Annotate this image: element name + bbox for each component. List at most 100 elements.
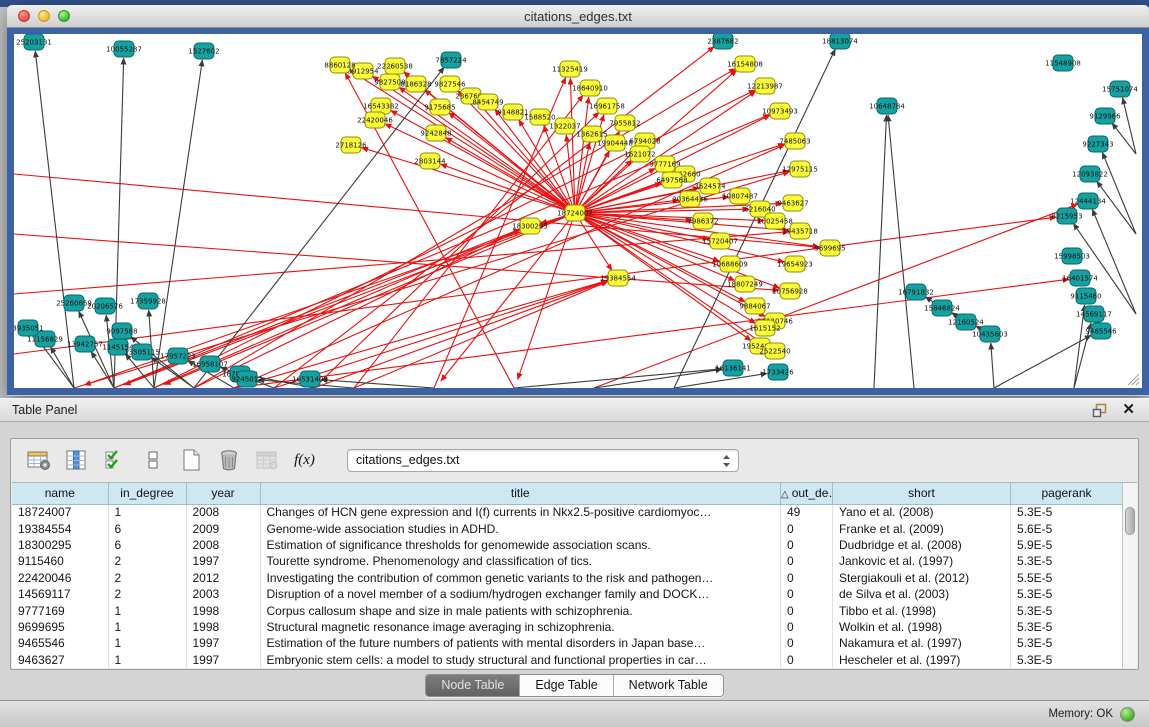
table-cell[interactable]: Estimation of the future numbers of pati…: [260, 635, 781, 651]
table-row[interactable]: 946554611997Estimation of the future num…: [12, 635, 1123, 651]
graph-node[interactable]: 12975115: [782, 161, 818, 177]
table-cell[interactable]: 5.6E-5: [1011, 520, 1123, 536]
table-cell[interactable]: Changes of HCN gene expression and I(f) …: [260, 504, 781, 520]
table-cell[interactable]: Yano et al. (2008): [833, 504, 1011, 520]
graph-node[interactable]: 11548908: [1045, 55, 1081, 71]
table-cell[interactable]: 6: [108, 520, 186, 536]
table-row[interactable]: 911546021997Tourette syndrome. Phenomeno…: [12, 553, 1123, 569]
table-cell[interactable]: 0: [781, 602, 833, 618]
graph-edge[interactable]: [888, 115, 914, 388]
table-cell[interactable]: 5.3E-5: [1011, 553, 1123, 569]
graph-node[interactable]: 9097588: [106, 323, 137, 339]
table-cell[interactable]: 9115460: [12, 553, 108, 569]
graph-node[interactable]: 1733426: [762, 364, 794, 380]
table-cell[interactable]: Disruption of a novel member of a sodium…: [260, 586, 781, 602]
table-cell[interactable]: 18724007: [12, 504, 108, 520]
table-cell[interactable]: 5.3E-5: [1011, 619, 1123, 635]
graph-node[interactable]: 18813074: [822, 34, 858, 49]
graph-node[interactable]: 14569117: [1076, 306, 1112, 322]
graph-node[interactable]: 7857224: [435, 52, 467, 68]
graph-node[interactable]: 15998503: [1054, 248, 1090, 264]
graph-node[interactable]: 10648784: [869, 98, 905, 114]
graph-node[interactable]: 16401574: [1062, 270, 1098, 286]
graph-edge[interactable]: [674, 373, 767, 388]
tab-network-table[interactable]: Network Table: [614, 675, 723, 696]
graph-edge[interactable]: [991, 343, 994, 388]
graph-node[interactable]: 12444134: [1070, 193, 1106, 209]
graph-node[interactable]: 9129966: [1089, 108, 1121, 124]
table-cell[interactable]: 1998: [186, 602, 260, 618]
graph-edge[interactable]: [874, 115, 886, 388]
table-row[interactable]: 1456911722003Disruption of a novel membe…: [12, 586, 1123, 602]
graph-node[interactable]: 9463627: [777, 195, 808, 211]
table-cell[interactable]: 0: [781, 537, 833, 553]
table-cell[interactable]: 1: [108, 635, 186, 651]
graph-node[interactable]: 16154808: [727, 56, 763, 72]
graph-node[interactable]: 2718126: [335, 137, 367, 153]
table-cell[interactable]: 2: [108, 570, 186, 586]
graph-node[interactable]: 16136141: [715, 360, 751, 376]
table-panel-titlebar[interactable]: Table Panel ✕: [0, 398, 1149, 422]
table-cell[interactable]: 2008: [186, 504, 260, 520]
network-table-select[interactable]: citations_edges.txt: [347, 449, 739, 472]
graph-edge[interactable]: [14, 232, 789, 294]
tab-edge-table[interactable]: Edge Table: [520, 675, 613, 696]
table-cell[interactable]: 5.9E-5: [1011, 537, 1123, 553]
graph-node[interactable]: 12093822: [1072, 166, 1108, 182]
table-cell[interactable]: Hescheler et al. (1997): [833, 652, 1011, 668]
import-table-icon[interactable]: [253, 447, 280, 474]
table-row[interactable]: 1938455462009Genome-wide association stu…: [12, 520, 1123, 536]
table-cell[interactable]: Stergiakouli et al. (2012): [833, 570, 1011, 586]
window-resize-grip[interactable]: [1126, 372, 1140, 386]
table-cell[interactable]: 0: [781, 570, 833, 586]
graph-edge[interactable]: [440, 164, 575, 213]
graph-node[interactable]: 9115460: [1070, 288, 1101, 304]
graph-node[interactable]: 16961758: [589, 98, 625, 114]
scrollbar-thumb[interactable]: [1125, 507, 1135, 535]
column-header-outde[interactable]: △out_de…: [781, 483, 833, 504]
table-cell[interactable]: Jankovic et al. (1997): [833, 553, 1011, 569]
graph-node[interactable]: 8215953: [1051, 208, 1082, 224]
table-cell[interactable]: 1: [108, 602, 186, 618]
graph-edge[interactable]: [314, 281, 608, 388]
table-cell[interactable]: 2012: [186, 570, 260, 586]
table-cell[interactable]: 5.3E-5: [1011, 635, 1123, 651]
table-cell[interactable]: Estimation of significance thresholds fo…: [260, 537, 781, 553]
row-height-icon[interactable]: [139, 447, 166, 474]
graph-edge[interactable]: [594, 204, 1078, 388]
close-panel-icon[interactable]: ✕: [1122, 402, 1135, 418]
column-header-year[interactable]: year: [186, 483, 260, 504]
window-titlebar[interactable]: citations_edges.txt: [7, 5, 1149, 28]
column-header-name[interactable]: name: [12, 483, 108, 504]
table-cell[interactable]: 1997: [186, 635, 260, 651]
graph-node[interactable]: 22260538: [377, 58, 413, 74]
table-cell[interactable]: Embryonic stem cells: a model to study s…: [260, 652, 781, 668]
graph-edge[interactable]: [994, 335, 1091, 388]
graph-edge[interactable]: [1102, 152, 1136, 234]
table-row[interactable]: 977716911998Corpus callosum shape and si…: [12, 602, 1123, 618]
table-row[interactable]: 946362711997Embryonic stem cells: a mode…: [12, 652, 1123, 668]
table-cell[interactable]: 1: [108, 619, 186, 635]
memory-status-indicator[interactable]: [1120, 707, 1135, 722]
graph-node[interactable]: 13942757: [67, 336, 103, 352]
graph-node[interactable]: 9699695: [814, 240, 845, 256]
graph-node[interactable]: 11325419: [552, 61, 588, 77]
graph-node[interactable]: 9227343: [1082, 136, 1113, 152]
table-cell[interactable]: Structural magnetic resonance image aver…: [260, 619, 781, 635]
table-cell[interactable]: 49: [781, 504, 833, 520]
table-cell[interactable]: 0: [781, 586, 833, 602]
new-table-icon[interactable]: [177, 447, 204, 474]
table-cell[interactable]: 5.3E-5: [1011, 652, 1123, 668]
table-cell[interactable]: 0: [781, 652, 833, 668]
table-cell[interactable]: 14569117: [12, 586, 108, 602]
graph-node[interactable]: 2803144: [414, 153, 446, 169]
table-cell[interactable]: 2003: [186, 586, 260, 602]
graph-edge[interactable]: [194, 67, 444, 388]
table-cell[interactable]: 5.3E-5: [1011, 504, 1123, 520]
table-cell[interactable]: de Silva et al. (2003): [833, 586, 1011, 602]
graph-node[interactable]: 15846824: [924, 300, 960, 316]
graph-edge[interactable]: [1097, 181, 1136, 234]
delete-table-icon[interactable]: [215, 447, 242, 474]
graph-node[interactable]: 17359928: [130, 293, 166, 309]
graph-edge[interactable]: [234, 280, 607, 388]
